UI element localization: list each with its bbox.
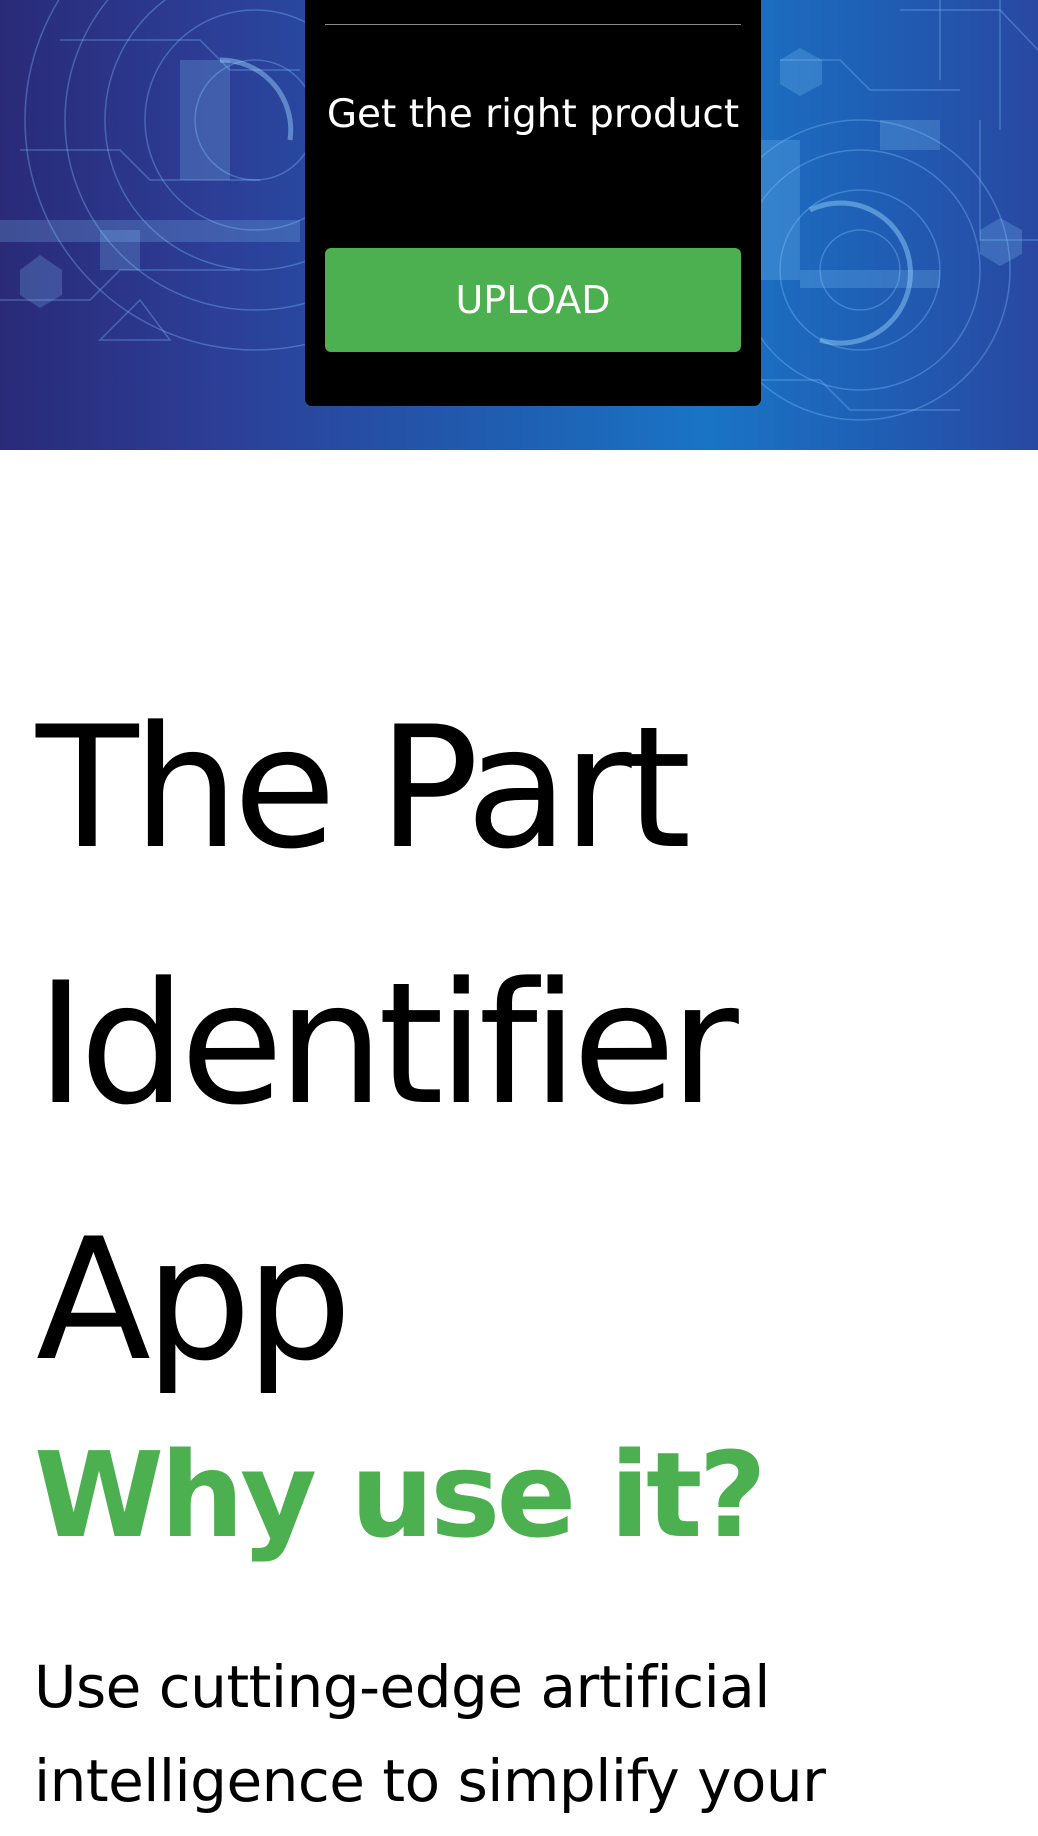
page-title: The Part Identifier App (36, 690, 739, 1398)
section-body-text: Use cutting-edge artificial intelligence… (34, 1653, 826, 1815)
upload-card: Get the right product UPLOAD (305, 0, 761, 406)
page: Get the right product UPLOAD The Part Id… (0, 0, 1038, 1836)
section-heading: Why use it? (34, 1426, 767, 1564)
upload-button[interactable]: UPLOAD (325, 248, 741, 352)
card-divider (325, 24, 741, 25)
card-tagline: Get the right product (326, 92, 740, 137)
hero-banner: Get the right product UPLOAD (0, 0, 1038, 450)
